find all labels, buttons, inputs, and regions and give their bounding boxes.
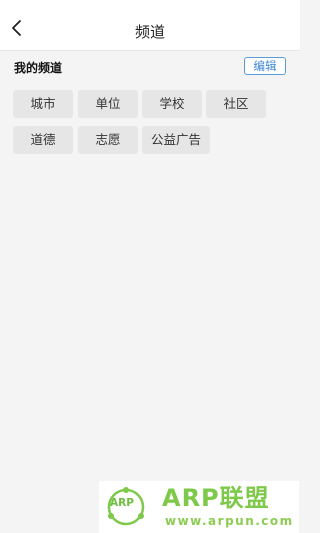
watermark-brand: ARP联盟 (162, 484, 270, 512)
watermark-logo-text: ARP (110, 497, 134, 509)
channel-tag-volunteer[interactable]: 志愿 (78, 126, 138, 154)
channel-tag-city[interactable]: 城市 (13, 90, 73, 118)
channel-tag-unit[interactable]: 单位 (78, 90, 138, 118)
channel-tag-public-ad[interactable]: 公益广告 (142, 126, 210, 154)
channel-tag-morality[interactable]: 道德 (13, 126, 73, 154)
top-bar: 频道 (0, 0, 300, 51)
page-title: 频道 (134, 23, 165, 41)
section-title: 我的频道 (14, 61, 63, 75)
watermark-url: www.arpun.com (165, 514, 294, 528)
channel-tag-school[interactable]: 学校 (142, 90, 202, 118)
edit-button[interactable]: 编辑 (244, 57, 286, 75)
channel-tag-community[interactable]: 社区 (206, 90, 266, 118)
watermark: ARP ARP联盟 www.arpun.com (99, 481, 299, 533)
